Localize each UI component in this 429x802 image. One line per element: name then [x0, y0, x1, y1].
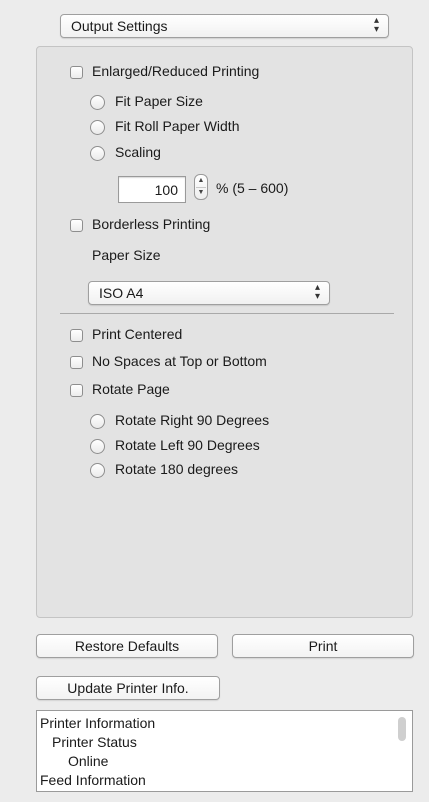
no-spaces-label: No Spaces at Top or Bottom [92, 353, 267, 369]
print-centered-label: Print Centered [92, 326, 183, 342]
paper-size-arrows-icon: ▴ ▾ [314, 282, 320, 302]
scaling-value-text: 100 [154, 182, 178, 198]
paper-size-value: ISO A4 [99, 285, 144, 301]
list-item: Online [68, 753, 109, 769]
rotate-180-radio[interactable] [90, 463, 105, 478]
no-spaces-checkbox[interactable] [70, 356, 83, 369]
popup-arrows-icon: ▴ ▾ [373, 15, 379, 35]
rotate-180-label: Rotate 180 degrees [115, 461, 238, 477]
scaling-range-label: % (5 – 600) [216, 180, 289, 196]
list-item: Printer Status [52, 734, 137, 750]
rotate-left-90-radio[interactable] [90, 439, 105, 454]
scaling-value-field[interactable]: 100 [118, 176, 186, 203]
stepper-down-icon[interactable]: ▼ [195, 189, 207, 197]
stepper-divider [196, 187, 206, 188]
enlarged-reduced-label: Enlarged/Reduced Printing [92, 63, 260, 79]
list-item: Feed Information [40, 772, 146, 788]
fit-paper-size-radio[interactable] [90, 95, 105, 110]
rotate-left-90-label: Rotate Left 90 Degrees [115, 437, 260, 453]
paper-size-popup[interactable]: ISO A4 ▴ ▾ [88, 281, 330, 305]
section-divider [60, 313, 394, 314]
borderless-printing-checkbox[interactable] [70, 219, 83, 232]
print-button[interactable]: Print [232, 634, 414, 658]
stepper-up-icon[interactable]: ▲ [195, 177, 207, 185]
scaling-label: Scaling [115, 144, 161, 160]
fit-roll-paper-width-radio[interactable] [90, 120, 105, 135]
list-item: Printer Information [40, 715, 156, 731]
list-scrollbar[interactable] [398, 717, 406, 741]
print-centered-checkbox[interactable] [70, 329, 83, 342]
scaling-stepper[interactable]: ▲ ▼ [194, 174, 208, 200]
printer-info-list[interactable]: Printer Information Printer Status Onlin… [36, 710, 413, 792]
fit-paper-size-label: Fit Paper Size [115, 93, 203, 109]
scaling-radio[interactable] [90, 146, 105, 161]
fit-roll-paper-width-label: Fit Roll Paper Width [115, 118, 240, 134]
borderless-printing-label: Borderless Printing [92, 216, 211, 232]
rotate-page-label: Rotate Page [92, 381, 170, 397]
rotate-right-90-label: Rotate Right 90 Degrees [115, 412, 270, 428]
rotate-page-checkbox[interactable] [70, 384, 83, 397]
enlarged-reduced-checkbox[interactable] [70, 66, 83, 79]
output-settings-label: Output Settings [71, 18, 168, 34]
rotate-right-90-radio[interactable] [90, 414, 105, 429]
restore-defaults-button[interactable]: Restore Defaults [36, 634, 218, 658]
update-printer-info-button[interactable]: Update Printer Info. [36, 676, 220, 700]
output-settings-popup[interactable]: Output Settings ▴ ▾ [60, 14, 389, 38]
paper-size-label: Paper Size [92, 247, 161, 263]
